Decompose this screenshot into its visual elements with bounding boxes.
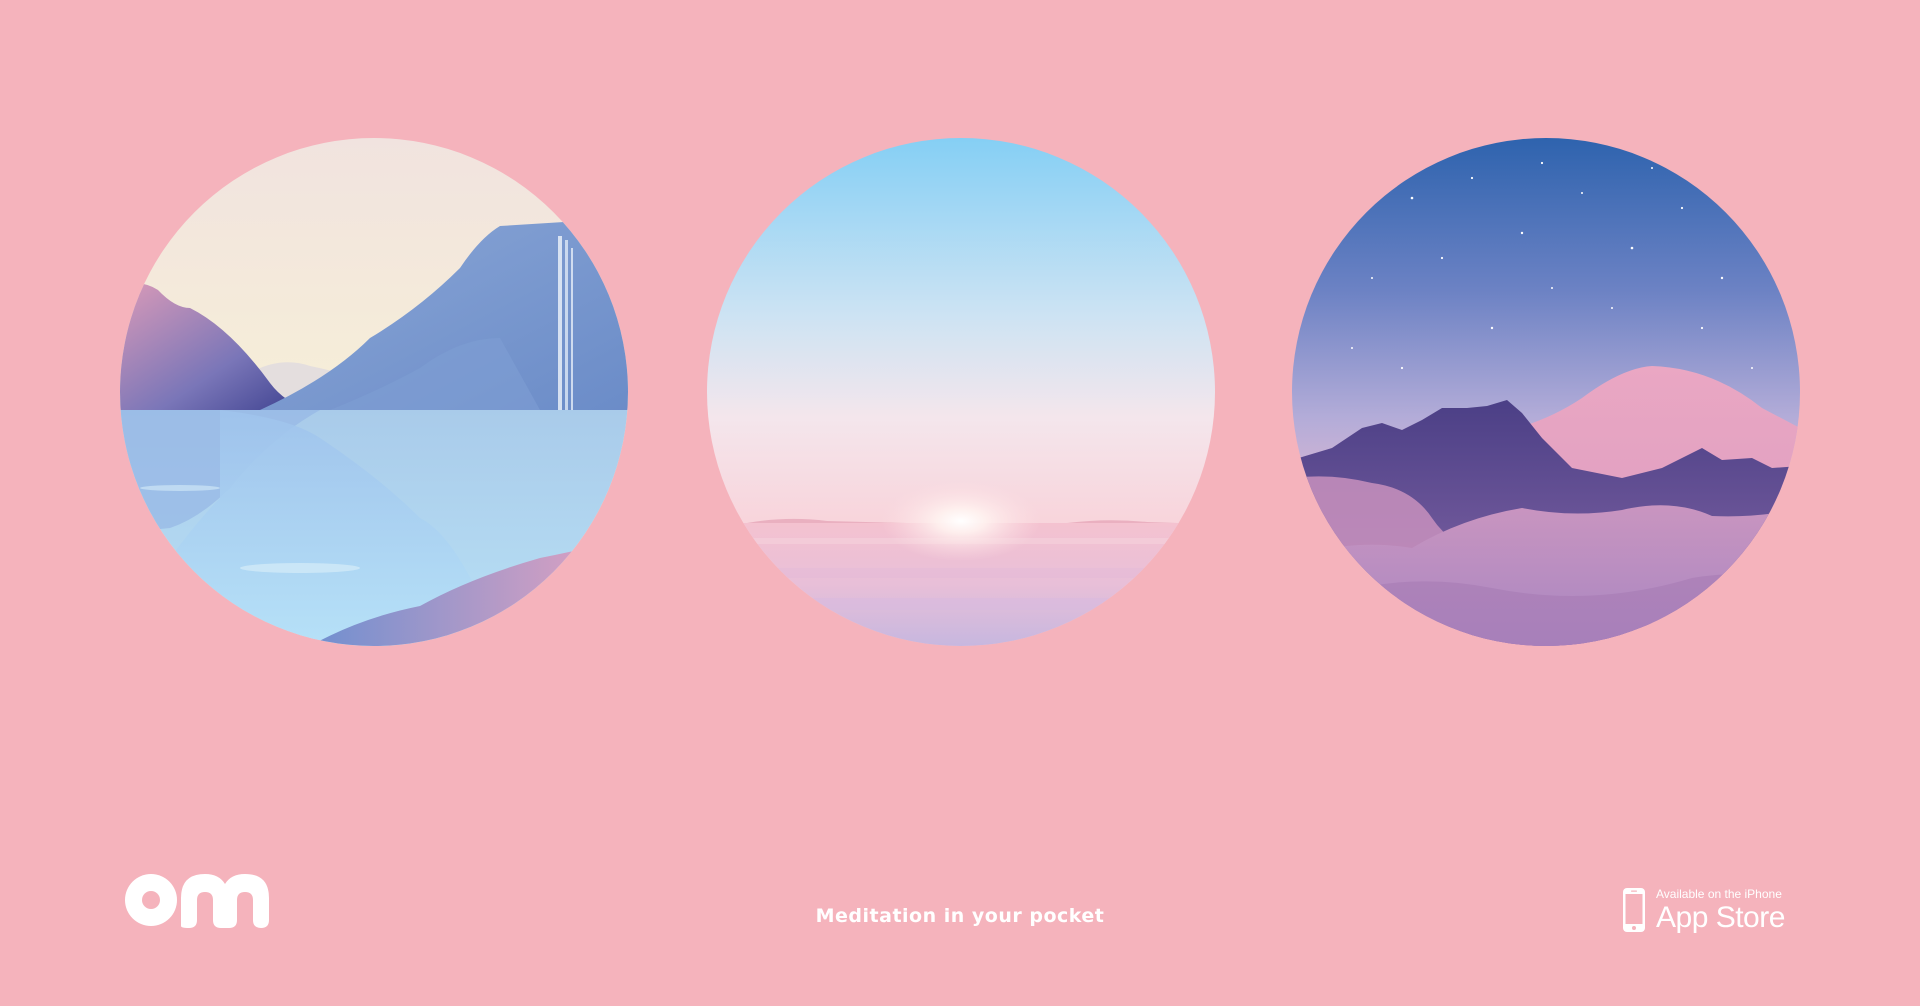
app-store-texts: Available on the iPhone App Store	[1656, 888, 1785, 933]
night-mountains-scene	[1292, 138, 1800, 646]
sunrise-sea-scene	[707, 138, 1215, 646]
landing-page: om Meditation in your pocket Available o…	[0, 0, 1920, 1006]
lake-waterfall-scene	[120, 138, 628, 646]
app-store-badge[interactable]: Available on the iPhone App Store	[1622, 886, 1785, 934]
app-store-small-text: Available on the iPhone	[1656, 886, 1782, 901]
iphone-icon	[1623, 888, 1645, 932]
app-store-large-text: App Store	[1656, 900, 1785, 934]
